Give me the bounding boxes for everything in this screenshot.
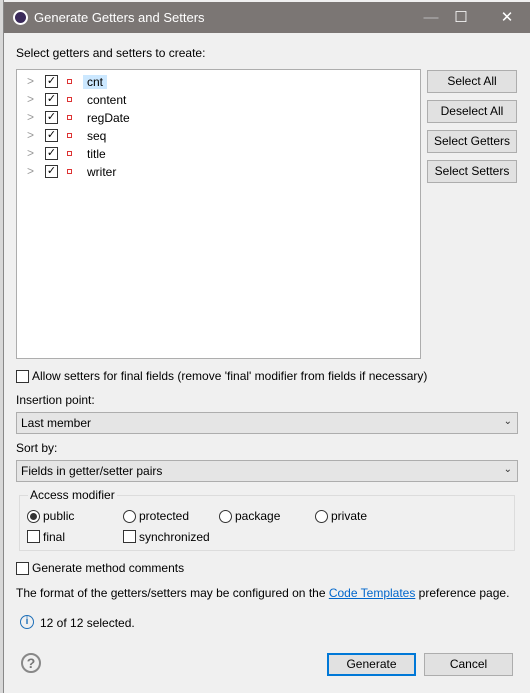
close-button[interactable]: ✕ (484, 2, 530, 33)
field-checkbox[interactable]: ✓ (45, 129, 58, 142)
final-label: final (43, 530, 66, 544)
field-icon (67, 79, 72, 84)
radio-protected[interactable] (123, 510, 136, 523)
sort-label: Sort by: (16, 441, 58, 455)
field-checkbox[interactable]: ✓ (45, 75, 58, 88)
radio-package-label: package (235, 509, 281, 523)
generate-comments-label: Generate method comments (32, 561, 185, 575)
field-name: regDate (87, 111, 130, 125)
chevron-right-icon[interactable]: > (27, 164, 34, 178)
field-name: title (87, 147, 106, 161)
tree-row[interactable]: > ✓ seq (17, 127, 317, 145)
access-modifier-group: Access modifier public protected package… (19, 488, 515, 551)
field-icon (67, 151, 72, 156)
radio-package[interactable] (219, 510, 232, 523)
radio-private-label: private (331, 509, 368, 523)
chevron-right-icon[interactable]: > (27, 146, 34, 160)
help-icon[interactable]: ? (21, 653, 41, 673)
sort-value: Fields in getter/setter pairs (21, 464, 163, 478)
chevron-down-icon: ⌄ (503, 416, 512, 427)
field-icon (67, 169, 72, 174)
field-checkbox[interactable]: ✓ (45, 147, 58, 160)
chevron-down-icon: ⌄ (503, 464, 512, 475)
chevron-right-icon[interactable]: > (27, 128, 34, 142)
select-setters-button[interactable]: Select Setters (427, 160, 517, 183)
select-getters-button[interactable]: Select Getters (427, 130, 517, 153)
allow-final-label: Allow setters for final fields (remove '… (32, 369, 428, 383)
generate-button[interactable]: Generate (327, 653, 416, 676)
info-before: The format of the getters/setters may be… (16, 586, 329, 600)
field-name: writer (87, 165, 117, 179)
deselect-all-button[interactable]: Deselect All (427, 100, 517, 123)
field-icon (67, 133, 72, 138)
tree-row[interactable]: > ✓ content (17, 91, 317, 109)
insertion-value: Last member (21, 416, 92, 430)
sort-by-select[interactable]: Fields in getter/setter pairs ⌄ (16, 460, 518, 482)
chevron-right-icon[interactable]: > (27, 92, 34, 106)
radio-public[interactable] (27, 510, 40, 523)
code-templates-link[interactable]: Code Templates (329, 586, 416, 600)
radio-public-label: public (43, 509, 75, 523)
field-name: content (87, 93, 127, 107)
window-title: Generate Getters and Setters (34, 10, 205, 25)
radio-protected-label: protected (139, 509, 190, 523)
field-checkbox[interactable]: ✓ (45, 165, 58, 178)
cancel-button[interactable]: Cancel (424, 653, 513, 676)
allow-final-checkbox[interactable] (16, 370, 29, 383)
insertion-label: Insertion point: (16, 393, 95, 407)
tree-row[interactable]: > ✓ title (17, 145, 317, 163)
eclipse-gear-icon (13, 10, 28, 25)
tree-row[interactable]: > ✓ regDate (17, 109, 317, 127)
tree-row[interactable]: > ✓ cnt (17, 73, 317, 91)
info-icon: i (20, 615, 34, 629)
final-checkbox[interactable] (27, 530, 40, 543)
field-icon (67, 97, 72, 102)
synchronized-checkbox[interactable] (123, 530, 136, 543)
field-icon (67, 115, 72, 120)
tree-row[interactable]: > ✓ writer (17, 163, 317, 181)
field-checkbox[interactable]: ✓ (45, 111, 58, 124)
generate-comments-checkbox[interactable] (16, 562, 29, 575)
insertion-point-select[interactable]: Last member ⌄ (16, 412, 518, 434)
status-text: 12 of 12 selected. (40, 616, 135, 630)
title-bar: Generate Getters and Setters — ☐ ✕ (4, 2, 530, 33)
access-modifier-label: Access modifier (28, 488, 117, 502)
tree-label: Select getters and setters to create: (16, 46, 206, 60)
select-all-button[interactable]: Select All (427, 70, 517, 93)
dialog-window: Generate Getters and Setters — ☐ ✕ Selec… (3, 0, 530, 693)
info-text: The format of the getters/setters may be… (16, 586, 509, 600)
fields-tree[interactable]: > ✓ cnt > ✓ content > ✓ regDate > ✓ seq > ✓ title > ✓ wri… (16, 69, 421, 359)
field-checkbox[interactable]: ✓ (45, 93, 58, 106)
field-name: cnt (83, 75, 108, 89)
radio-private[interactable] (315, 510, 328, 523)
info-after: preference page. (415, 586, 510, 600)
field-name: seq (87, 129, 107, 143)
maximize-button[interactable]: ☐ (438, 2, 484, 33)
synchronized-label: synchronized (139, 530, 210, 544)
chevron-right-icon[interactable]: > (27, 110, 34, 124)
chevron-right-icon[interactable]: > (27, 74, 34, 88)
